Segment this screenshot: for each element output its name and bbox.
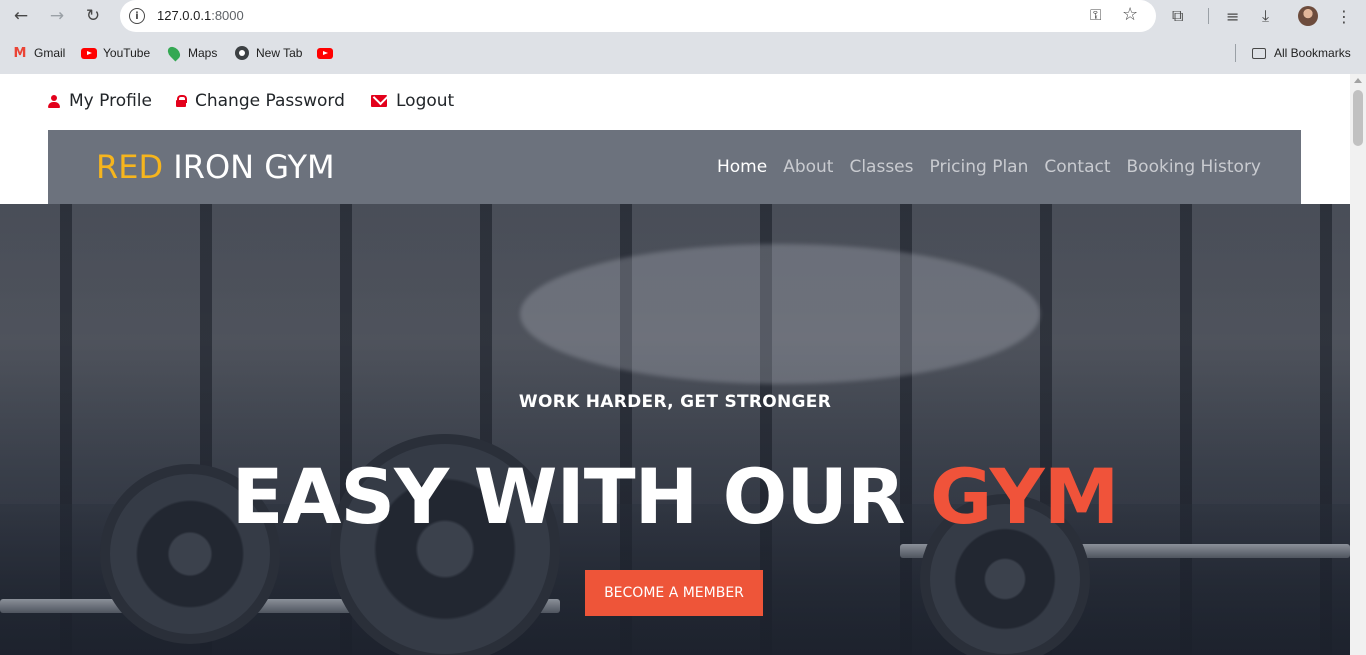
scroll-up-icon[interactable] xyxy=(1354,78,1362,83)
nav-contact[interactable]: Contact xyxy=(1044,157,1110,177)
bookmark-youtube[interactable]: YouTube xyxy=(81,45,150,61)
browser-toolbar: ← → ↻ i 127.0.0.1:8000 ⚿ ☆ ⧉ ≡ ⤓ ⋮ xyxy=(0,0,1366,32)
youtube-icon xyxy=(317,45,333,61)
envelope-icon xyxy=(371,95,387,107)
nav-pricing-plan[interactable]: Pricing Plan xyxy=(930,157,1029,177)
user-bar: My Profile Change Password Logout xyxy=(0,74,1350,130)
bookmark-star-icon[interactable]: ☆ xyxy=(1122,4,1138,25)
back-icon[interactable]: ← xyxy=(9,4,33,28)
bookmarks-bar: M Gmail YouTube Maps New Tab All Bookmar… xyxy=(0,32,1366,74)
menu-kebab-icon[interactable]: ⋮ xyxy=(1336,5,1352,27)
extensions-icon[interactable]: ⧉ xyxy=(1172,5,1183,27)
password-key-icon[interactable]: ⚿ xyxy=(1090,6,1101,24)
hero-section: WORK HARDER, GET STRONGER EASY WITH OUR … xyxy=(0,204,1350,655)
unlock-icon xyxy=(176,95,187,107)
nav-menu: Home About Classes Pricing Plan Contact … xyxy=(717,157,1261,177)
address-bar[interactable]: i 127.0.0.1:8000 ⚿ ☆ xyxy=(120,0,1156,32)
youtube-icon xyxy=(81,45,97,61)
gmail-icon: M xyxy=(13,45,27,61)
maps-icon xyxy=(165,44,183,62)
reload-icon[interactable]: ↻ xyxy=(81,4,105,28)
url-text[interactable]: 127.0.0.1:8000 xyxy=(157,8,244,23)
all-bookmarks[interactable]: All Bookmarks xyxy=(1252,45,1351,61)
chrome-icon xyxy=(234,45,250,61)
bookmark-maps[interactable]: Maps xyxy=(165,44,217,62)
profile-avatar[interactable] xyxy=(1298,6,1318,26)
hero-subtitle: WORK HARDER, GET STRONGER xyxy=(518,392,832,412)
change-password-link[interactable]: Change Password xyxy=(176,91,345,111)
nav-booking-history[interactable]: Booking History xyxy=(1127,157,1261,177)
folder-icon xyxy=(1252,47,1266,59)
hero-title: EASY WITH OUR GYM xyxy=(231,452,1120,541)
brand-logo[interactable]: RED IRON GYM xyxy=(96,148,335,186)
reading-list-icon[interactable]: ≡ xyxy=(1226,5,1239,27)
site-info-icon[interactable]: i xyxy=(129,8,145,24)
nav-home[interactable]: Home xyxy=(717,157,767,177)
bookmark-gmail[interactable]: M Gmail xyxy=(12,45,66,61)
bookmark-youtube-2[interactable] xyxy=(317,45,339,61)
main-navbar: RED IRON GYM Home About Classes Pricing … xyxy=(48,130,1301,204)
my-profile-link[interactable]: My Profile xyxy=(48,91,152,111)
page-viewport: My Profile Change Password Logout WORK H… xyxy=(0,74,1350,655)
bookmark-new-tab[interactable]: New Tab xyxy=(234,45,302,61)
nav-classes[interactable]: Classes xyxy=(849,157,913,177)
forward-icon[interactable]: → xyxy=(45,4,69,28)
page-scrollbar[interactable] xyxy=(1350,74,1366,655)
logout-link[interactable]: Logout xyxy=(371,91,454,111)
scroll-thumb[interactable] xyxy=(1353,90,1363,146)
nav-about[interactable]: About xyxy=(783,157,833,177)
become-member-button[interactable]: BECOME A MEMBER xyxy=(585,570,763,616)
user-icon xyxy=(48,94,60,108)
download-icon[interactable]: ⤓ xyxy=(1262,5,1269,27)
